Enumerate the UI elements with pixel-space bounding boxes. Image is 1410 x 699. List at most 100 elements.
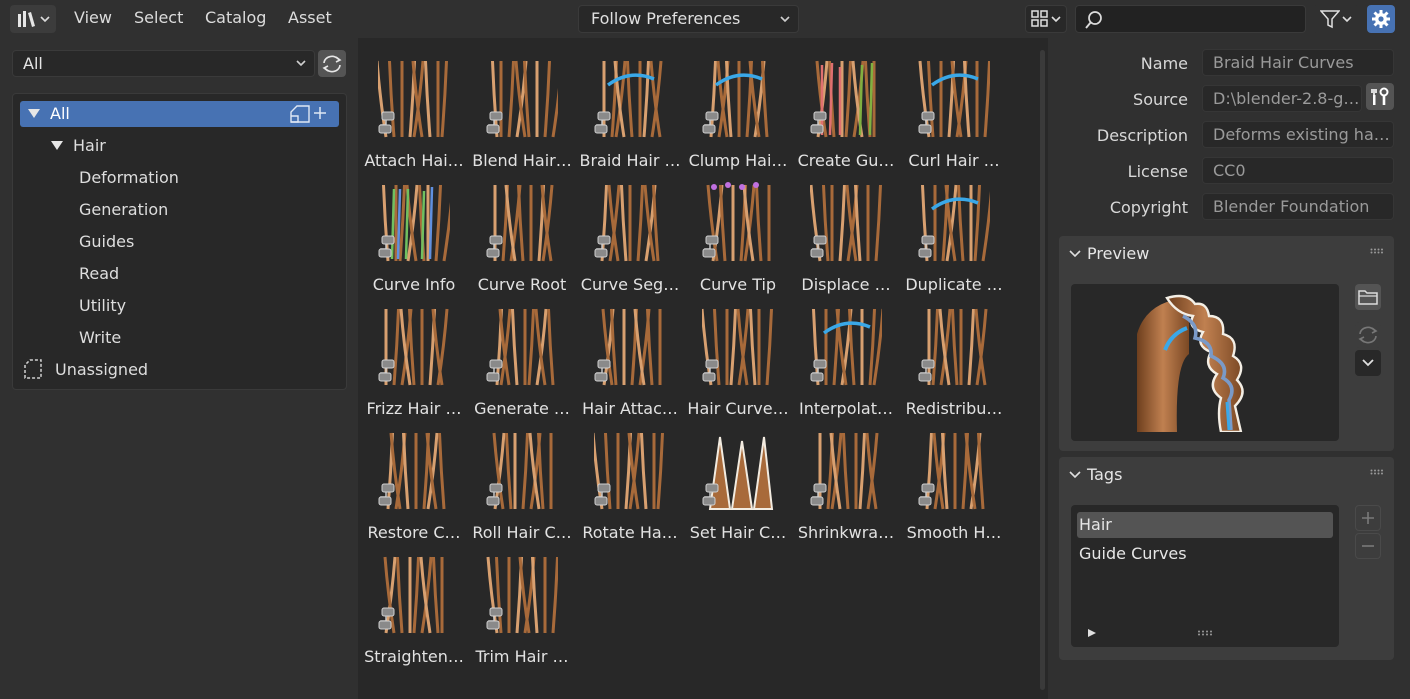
- asset-tile[interactable]: Curve Seg…: [580, 171, 680, 295]
- asset-tile[interactable]: Clump Hai…: [688, 47, 788, 171]
- asset-tile[interactable]: Trim Hair …: [472, 543, 572, 667]
- catalog-item-utility[interactable]: Utility: [79, 293, 126, 319]
- asset-tile[interactable]: Displace …: [796, 171, 896, 295]
- asset-tile[interactable]: Curve Root: [472, 171, 572, 295]
- catalog-item-all[interactable]: All: [20, 101, 339, 127]
- copyright-label: Copyright: [1109, 198, 1188, 217]
- asset-tile[interactable]: Curl Hair …: [904, 47, 1004, 171]
- asset-thumbnail: [580, 295, 680, 395]
- asset-label: Rotate Ha…: [582, 523, 678, 542]
- catalog-item-write[interactable]: Write: [79, 325, 121, 351]
- asset-label: Smooth H…: [906, 523, 1002, 542]
- catalog-item-unassigned[interactable]: Unassigned: [23, 357, 148, 383]
- asset-label: Set Hair C…: [689, 523, 787, 542]
- asset-thumbnail: [580, 47, 680, 147]
- asset-tile[interactable]: Duplicate …: [904, 171, 1004, 295]
- expand-triangle-icon: [28, 109, 40, 118]
- catalog-item-read[interactable]: Read: [79, 261, 119, 287]
- unassigned-icon: [24, 358, 42, 379]
- asset-tile[interactable]: Shrinkwra…: [796, 419, 896, 543]
- resize-grip-icon[interactable]: [1197, 630, 1213, 636]
- geometry-nodes-icon: [702, 483, 719, 506]
- name-field[interactable]: Braid Hair Curves: [1202, 49, 1394, 76]
- asset-label: Duplicate …: [905, 275, 1003, 294]
- asset-tile[interactable]: Create Gu…: [796, 47, 896, 171]
- asset-tile[interactable]: Straighten…: [364, 543, 464, 667]
- filter-button[interactable]: [1313, 5, 1359, 33]
- preview-options-button[interactable]: [1355, 350, 1381, 376]
- asset-tile[interactable]: Curve Info: [364, 171, 464, 295]
- tags-list: Hair Guide Curves: [1071, 505, 1339, 647]
- asset-label: Shrinkwra…: [797, 523, 895, 542]
- catalog-item-guides[interactable]: Guides: [79, 229, 134, 255]
- asset-label: Curve Root: [477, 275, 567, 294]
- asset-tile[interactable]: Attach Hai…: [364, 47, 464, 171]
- search-input[interactable]: [1075, 5, 1306, 33]
- name-label: Name: [1140, 54, 1188, 73]
- drag-handle-icon[interactable]: [1370, 248, 1384, 254]
- tags-panel-header[interactable]: Tags: [1069, 465, 1122, 484]
- catalog-item-deformation[interactable]: Deformation: [79, 165, 179, 191]
- asset-label: Blend Hair…: [472, 151, 572, 170]
- asset-label: Roll Hair C…: [472, 523, 572, 542]
- geometry-nodes-icon: [594, 483, 611, 506]
- source-field[interactable]: D:\blender-2.8-g…: [1202, 85, 1362, 112]
- asset-tile[interactable]: Braid Hair …: [580, 47, 681, 171]
- drag-handle-icon[interactable]: [1370, 469, 1384, 475]
- asset-thumbnail: [472, 171, 572, 271]
- menu-select[interactable]: Select: [134, 8, 183, 27]
- import-method-dropdown[interactable]: Follow Preferences: [578, 5, 799, 33]
- geometry-nodes-icon: [486, 235, 503, 258]
- chevron-down-icon: [1342, 16, 1352, 23]
- catalog-item-generation[interactable]: Generation: [79, 197, 168, 223]
- asset-tile[interactable]: Redistribu…: [904, 295, 1004, 419]
- asset-tile[interactable]: Restore C…: [364, 419, 464, 543]
- menu-view[interactable]: View: [74, 8, 112, 27]
- asset-tile[interactable]: Frizz Hair …: [364, 295, 464, 419]
- geometry-nodes-icon: [486, 483, 503, 506]
- preview-panel-header[interactable]: Preview: [1069, 244, 1149, 263]
- asset-tile[interactable]: Smooth H…: [904, 419, 1004, 543]
- asset-thumbnail: [364, 543, 464, 643]
- geometry-nodes-icon: [918, 111, 935, 134]
- load-preview-button[interactable]: [1355, 284, 1381, 310]
- gear-icon: [1372, 10, 1390, 28]
- asset-tile[interactable]: Generate …: [472, 295, 572, 419]
- new-catalog-icon[interactable]: [289, 104, 329, 124]
- asset-tile[interactable]: Blend Hair…: [472, 47, 572, 171]
- asset-tile[interactable]: Roll Hair C…: [472, 419, 572, 543]
- asset-tile[interactable]: Set Hair C…: [688, 419, 788, 543]
- display-mode-button[interactable]: [1025, 5, 1067, 33]
- asset-tile[interactable]: Hair Attac…: [580, 295, 680, 419]
- asset-tile[interactable]: Curve Tip: [688, 171, 788, 295]
- license-field[interactable]: CC0: [1202, 157, 1394, 184]
- geometry-nodes-icon: [594, 235, 611, 258]
- tag-item-hair[interactable]: Hair: [1077, 512, 1333, 538]
- generate-preview-button[interactable]: [1355, 322, 1381, 348]
- refresh-icon: [322, 55, 342, 72]
- open-blend-file-button[interactable]: [1366, 83, 1394, 110]
- asset-label: Trim Hair …: [475, 647, 569, 666]
- asset-tile[interactable]: Rotate Ha…: [580, 419, 680, 543]
- settings-button[interactable]: [1367, 5, 1395, 33]
- add-tag-button[interactable]: [1355, 505, 1381, 531]
- copyright-field[interactable]: Blender Foundation: [1202, 193, 1394, 220]
- menu-catalog[interactable]: Catalog: [205, 8, 266, 27]
- asset-tile[interactable]: Hair Curve…: [687, 295, 789, 419]
- refresh-library-button[interactable]: [318, 50, 346, 77]
- catalog-tree: All Hair Deformation Generation Guides R…: [12, 93, 347, 390]
- asset-thumbnail: [364, 295, 464, 395]
- asset-library-dropdown[interactable]: All: [12, 50, 315, 77]
- remove-tag-button[interactable]: [1355, 533, 1381, 559]
- geometry-nodes-icon: [918, 483, 935, 506]
- asset-tile[interactable]: Interpolat…: [796, 295, 896, 419]
- asset-grid-scrollbar[interactable]: [1040, 50, 1045, 690]
- minus-icon: [1362, 545, 1374, 547]
- folder-icon: [1358, 290, 1378, 305]
- menu-asset[interactable]: Asset: [288, 8, 332, 27]
- catalog-item-hair[interactable]: Hair: [51, 133, 106, 159]
- tag-item-guide-curves[interactable]: Guide Curves: [1077, 541, 1333, 567]
- description-field[interactable]: Deforms existing ha…: [1202, 121, 1394, 148]
- play-triangle-icon[interactable]: [1087, 628, 1097, 638]
- editor-type-button[interactable]: [10, 5, 56, 33]
